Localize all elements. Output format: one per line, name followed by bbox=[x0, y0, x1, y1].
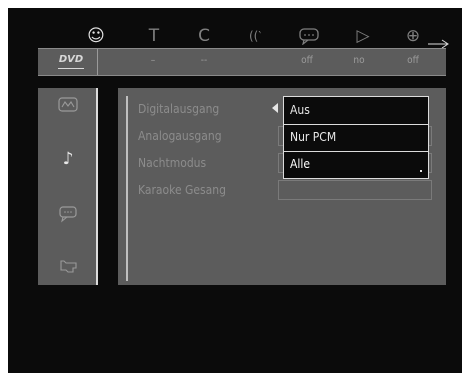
side-menu bbox=[38, 88, 96, 285]
sound-settings-icon[interactable]: ♪ bbox=[57, 149, 79, 169]
dropdown-separator bbox=[284, 124, 428, 125]
status-bar: DVD – -- off no off bbox=[38, 48, 446, 76]
features-settings-icon[interactable] bbox=[57, 257, 79, 275]
status-title-value: – bbox=[150, 55, 156, 66]
status-zoom-value: off bbox=[407, 55, 419, 66]
child-face-icon[interactable]: ☺ bbox=[85, 26, 107, 46]
dropdown-option-pcm-only[interactable]: Nur PCM bbox=[290, 130, 336, 144]
caret-left-icon bbox=[272, 103, 278, 113]
subtitle-bubble-icon[interactable] bbox=[298, 26, 320, 46]
karaoke-vocal-field[interactable] bbox=[278, 180, 432, 200]
language-settings-icon[interactable] bbox=[57, 205, 79, 223]
picture-settings-icon[interactable] bbox=[57, 96, 79, 114]
digital-output-dropdown[interactable]: Aus Nur PCM Alle bbox=[283, 96, 429, 179]
setting-label-karaoke-vocal: Karaoke Gesang bbox=[138, 183, 226, 197]
panel-gap bbox=[98, 88, 108, 285]
status-subtitle-value: off bbox=[301, 55, 313, 66]
audio-waves-icon[interactable]: ((‵ bbox=[244, 26, 266, 46]
status-angle-value: no bbox=[353, 55, 365, 66]
settings-panel-divider bbox=[126, 96, 128, 281]
dropdown-option-all[interactable]: Alle bbox=[290, 157, 310, 171]
angle-arrow-icon[interactable]: ▷ bbox=[352, 26, 374, 46]
setting-label-night-mode: Nachtmodus bbox=[138, 156, 207, 170]
setting-label-analog-output: Analogausgang bbox=[138, 129, 222, 143]
zoom-icon[interactable]: ⊕ bbox=[402, 26, 424, 46]
dvd-logo: DVD bbox=[56, 54, 86, 70]
chapter-icon[interactable]: C bbox=[193, 26, 215, 46]
scroll-right-arrow-icon[interactable] bbox=[428, 28, 450, 48]
dropdown-option-off[interactable]: Aus bbox=[290, 103, 310, 117]
status-chapter-value: -- bbox=[200, 55, 208, 66]
status-divider bbox=[97, 49, 98, 75]
scroll-indicator bbox=[420, 170, 422, 172]
title-icon[interactable]: T bbox=[143, 26, 165, 46]
dropdown-separator bbox=[284, 151, 428, 152]
setting-label-digital-output: Digitalausgang bbox=[138, 102, 220, 116]
